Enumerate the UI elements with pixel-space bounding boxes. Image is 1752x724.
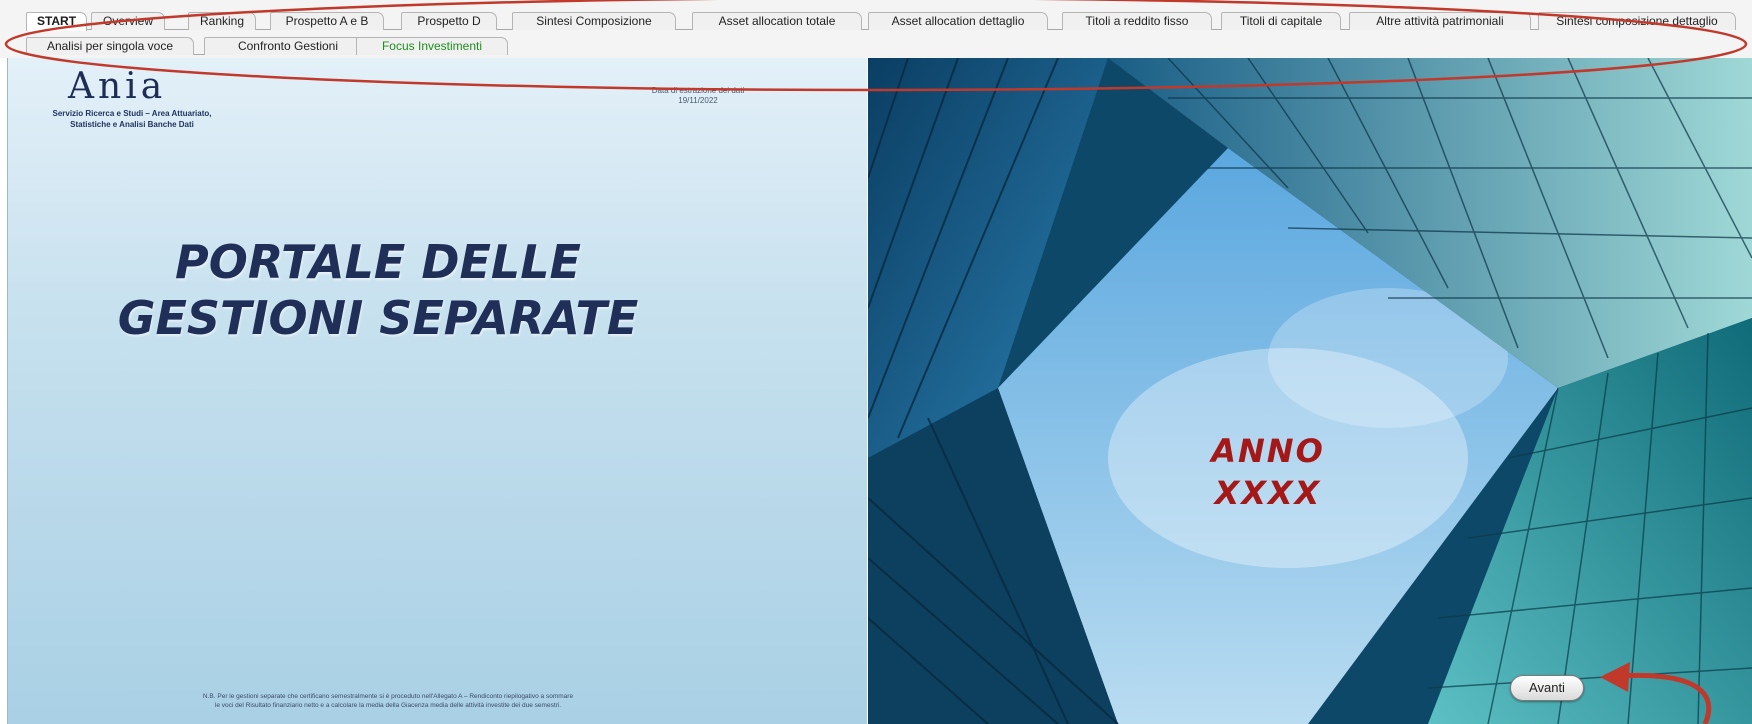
anno-line-1: ANNO [1211, 432, 1325, 470]
extraction-date: Data di estrazione dei dati 19/11/2022 [608, 86, 788, 106]
footnote-line-1: N.B. Per le gestioni separate che certif… [202, 693, 574, 700]
glass-building-image [868, 58, 1752, 724]
footnote: N.B. Per le gestioni separate che certif… [108, 692, 668, 710]
tab-row-1: START Overview Ranking Prospetto A e B P… [26, 12, 1736, 31]
tab-sintesi-composizione-dettaglio[interactable]: Sintesi composizione dettaglio [1538, 12, 1736, 30]
title-panel: Ania Servizio Ricerca e Studi – Area Att… [7, 58, 867, 724]
page-title-line-2: GESTIONI SEPARATE [117, 291, 639, 345]
tab-prospetto-d[interactable]: Prospetto D [401, 12, 497, 30]
tab-titoli-capitale[interactable]: Titoli di capitale [1221, 12, 1341, 30]
tab-analisi-singola-voce[interactable]: Analisi per singola voce [26, 37, 194, 55]
tab-altre-attivita-patrimoniali[interactable]: Altre attività patrimoniali [1349, 12, 1531, 30]
tab-sintesi-composizione[interactable]: Sintesi Composizione [512, 12, 676, 30]
extraction-date-caption: Data di estrazione dei dati [651, 86, 745, 95]
extraction-date-value: 19/11/2022 [678, 96, 718, 105]
avanti-button[interactable]: Avanti [1510, 675, 1584, 701]
tab-titoli-reddito-fisso[interactable]: Titoli a reddito fisso [1062, 12, 1212, 30]
service-caption: Servizio Ricerca e Studi – Area Attuaria… [12, 108, 252, 130]
tab-overview[interactable]: Overview [91, 12, 165, 30]
ania-logo: Ania [68, 66, 167, 107]
anno-line-2: XXXX [1214, 474, 1322, 512]
tab-start[interactable]: START [26, 12, 87, 31]
anno-label: ANNO XXXX [1188, 430, 1348, 514]
cover-image-panel: ANNO XXXX Avanti [868, 58, 1752, 724]
tab-prospetto-a-b[interactable]: Prospetto A e B [270, 12, 384, 30]
service-line-1: Servizio Ricerca e Studi – Area Attuaria… [52, 109, 212, 118]
tab-asset-allocation-dettaglio[interactable]: Asset allocation dettaglio [868, 12, 1048, 30]
tab-asset-allocation-totale[interactable]: Asset allocation totale [692, 12, 862, 30]
footnote-line-2: le voci del Risultato finanziario netto … [214, 702, 562, 709]
service-line-2: Statistiche e Analisi Banche Dati [70, 120, 194, 129]
page-title: PORTALE DELLE GESTIONI SEPARATE [98, 234, 658, 346]
tab-focus-investimenti[interactable]: Focus Investimenti [356, 37, 508, 55]
tab-confronto-gestioni[interactable]: Confronto Gestioni [204, 37, 372, 55]
page-title-line-1: PORTALE DELLE [175, 235, 581, 289]
tab-row-2: Analisi per singola voce Confronto Gesti… [26, 37, 508, 55]
tab-ranking[interactable]: Ranking [188, 12, 256, 30]
tab-bar: START Overview Ranking Prospetto A e B P… [0, 0, 1752, 58]
